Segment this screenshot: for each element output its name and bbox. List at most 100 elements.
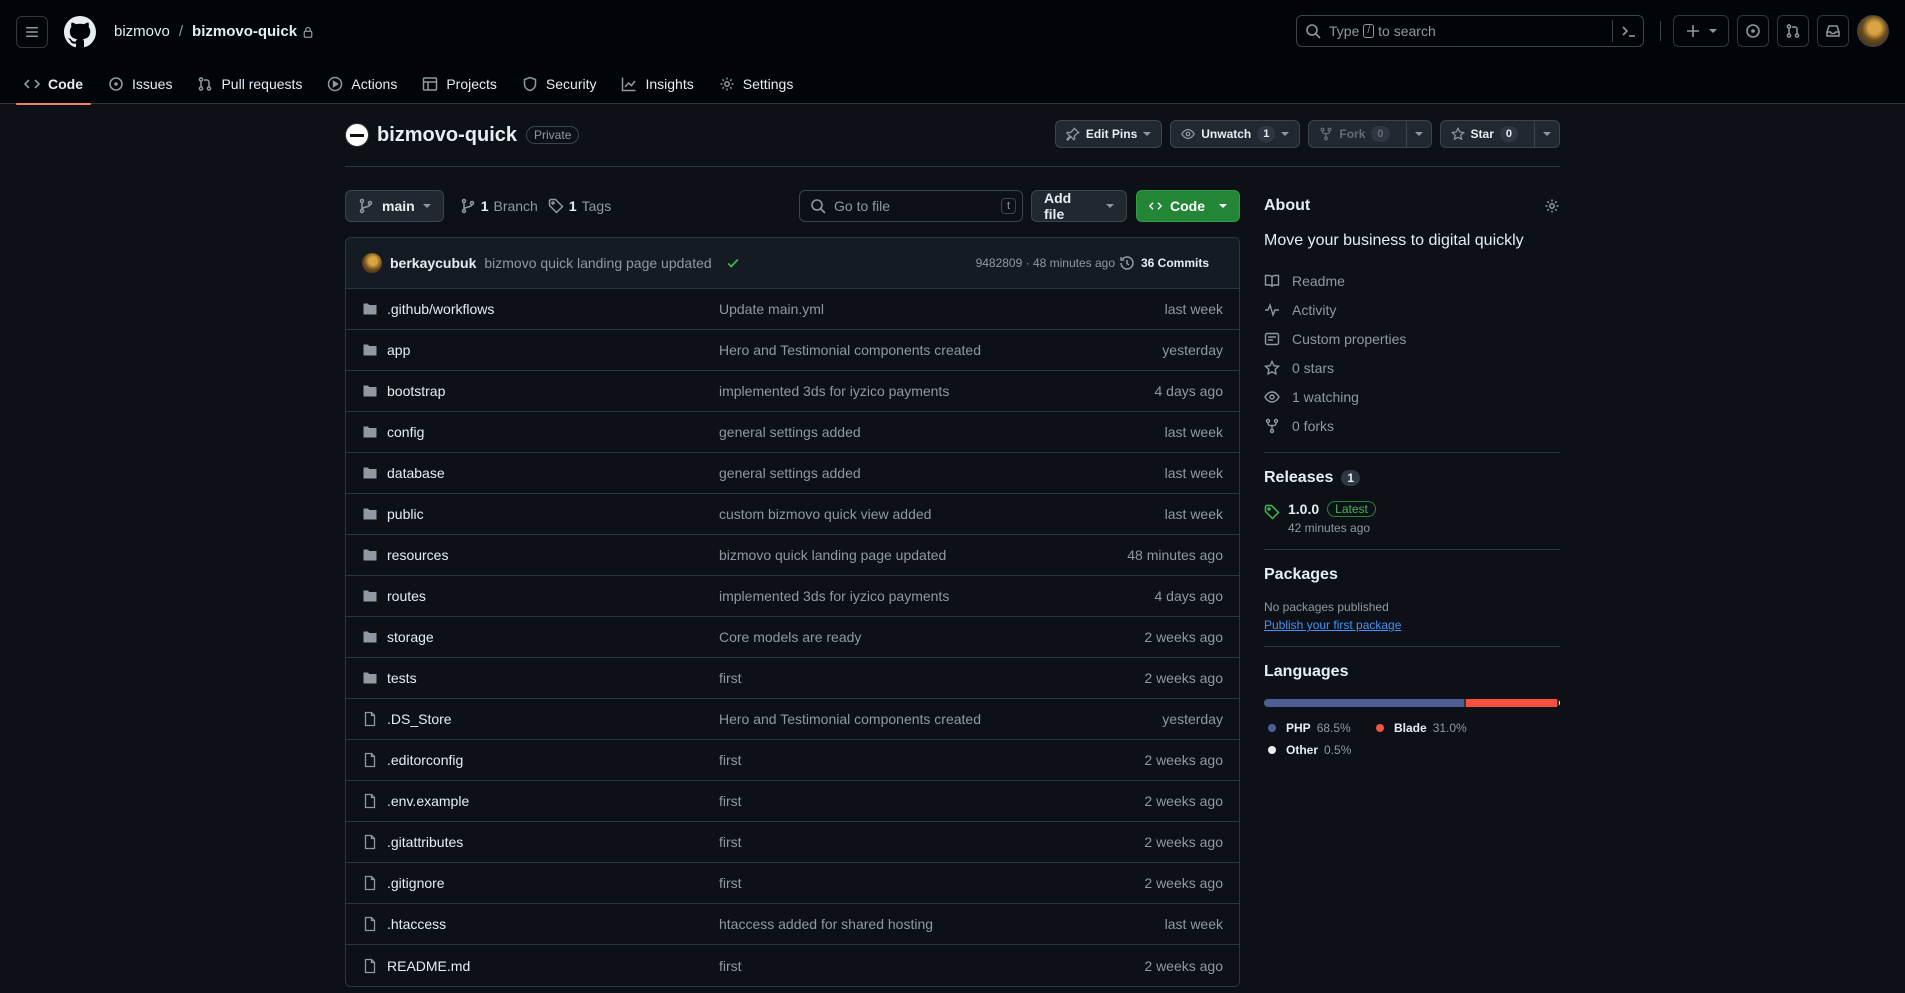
file-commit-message[interactable]: first — [719, 875, 742, 891]
table-row[interactable]: .env.example first 2 weeks ago — [346, 781, 1239, 822]
file-name[interactable]: .htaccess — [387, 916, 446, 932]
tab-projects[interactable]: Projects — [414, 63, 505, 104]
releases-heading[interactable]: Releases 1 — [1264, 469, 1560, 487]
watching-link[interactable]: 1 watching — [1264, 382, 1560, 411]
table-row[interactable]: tests first 2 weeks ago — [346, 658, 1239, 699]
file-commit-message[interactable]: implemented 3ds for iyzico payments — [719, 588, 949, 604]
code-button[interactable]: Code — [1136, 190, 1240, 222]
file-commit-message[interactable]: Core models are ready — [719, 629, 861, 645]
edit-pins-button[interactable]: Edit Pins — [1054, 120, 1163, 148]
table-row[interactable]: app Hero and Testimonial components creat… — [346, 330, 1239, 371]
latest-release[interactable]: 1.0.0 Latest 42 minutes ago — [1264, 501, 1560, 535]
file-name[interactable]: .DS_Store — [387, 711, 452, 727]
publish-package-link[interactable]: Publish your first package — [1264, 618, 1401, 632]
menu-button[interactable] — [16, 15, 48, 48]
table-row[interactable]: .editorconfig first 2 weeks ago — [346, 740, 1239, 781]
pull-requests-button[interactable] — [1777, 15, 1809, 47]
file-name[interactable]: bootstrap — [387, 383, 445, 399]
custom-properties-link[interactable]: Custom properties — [1264, 324, 1560, 353]
packages-heading[interactable]: Packages — [1264, 566, 1560, 584]
file-commit-message[interactable]: implemented 3ds for iyzico payments — [719, 383, 949, 399]
file-name[interactable]: config — [387, 424, 424, 440]
table-row[interactable]: public custom bizmovo quick view added las… — [346, 494, 1239, 535]
tab-security[interactable]: Security — [514, 63, 605, 104]
readme-link[interactable]: Readme — [1264, 266, 1560, 295]
commit-author-avatar[interactable] — [362, 253, 382, 273]
table-row[interactable]: .github/workflows Update main.yml last wee… — [346, 289, 1239, 330]
table-row[interactable]: storage Core models are ready 2 weeks ago — [346, 617, 1239, 658]
file-name[interactable]: .github/workflows — [387, 301, 494, 317]
stars-link[interactable]: 0 stars — [1264, 353, 1560, 382]
table-row[interactable]: .DS_Store Hero and Testimonial components… — [346, 699, 1239, 740]
check-icon[interactable] — [726, 256, 740, 270]
add-file-button[interactable]: Add file — [1031, 190, 1127, 222]
file-commit-message[interactable]: Hero and Testimonial components created — [719, 711, 981, 727]
language-item[interactable]: PHP 68.5% — [1264, 717, 1372, 739]
tab-code[interactable]: Code — [16, 63, 91, 105]
tags-link[interactable]: 1 Tags — [548, 198, 611, 214]
go-to-file-input[interactable]: Go to file t — [799, 190, 1023, 222]
table-row[interactable]: .gitignore first 2 weeks ago — [346, 863, 1239, 904]
file-name[interactable]: database — [387, 465, 445, 481]
file-commit-message[interactable]: htaccess added for shared hosting — [719, 916, 933, 932]
unwatch-button[interactable]: Unwatch 1 — [1170, 120, 1301, 148]
commit-meta[interactable]: 9482809 · 48 minutes ago — [976, 256, 1115, 270]
file-commit-message[interactable]: first — [719, 958, 742, 974]
create-new-button[interactable] — [1673, 15, 1729, 47]
breadcrumb-repo[interactable]: bizmovo-quick — [192, 23, 297, 40]
repo-owner-avatar[interactable] — [345, 123, 369, 147]
star-dropdown[interactable] — [1534, 121, 1559, 147]
table-row[interactable]: .gitattributes first 2 weeks ago — [346, 822, 1239, 863]
branches-link[interactable]: 1 Branch — [460, 198, 538, 214]
file-commit-message[interactable]: Update main.yml — [719, 301, 824, 317]
table-row[interactable]: config general settings added last week — [346, 412, 1239, 453]
commits-link[interactable]: 36 Commits — [1119, 255, 1209, 271]
breadcrumb-owner[interactable]: bizmovo — [114, 23, 170, 40]
file-name[interactable]: tests — [387, 670, 417, 686]
commit-author[interactable]: berkaycubuk — [390, 255, 476, 271]
file-name[interactable]: routes — [387, 588, 426, 604]
gear-icon[interactable] — [1544, 198, 1560, 214]
user-avatar[interactable] — [1857, 15, 1889, 47]
file-commit-message[interactable]: first — [719, 834, 742, 850]
fork-button[interactable]: Fork 0 — [1308, 120, 1432, 148]
tab-issues[interactable]: Issues — [100, 63, 180, 104]
file-commit-message[interactable]: first — [719, 670, 742, 686]
file-name[interactable]: .env.example — [387, 793, 469, 809]
star-button[interactable]: Star 0 — [1439, 120, 1560, 148]
release-name[interactable]: 1.0.0 — [1288, 501, 1319, 517]
file-commit-message[interactable]: custom bizmovo quick view added — [719, 506, 931, 522]
file-name[interactable]: .gitignore — [387, 875, 445, 891]
language-item[interactable]: Blade 31.0% — [1372, 717, 1480, 739]
table-row[interactable]: resources bizmovo quick landing page upda… — [346, 535, 1239, 576]
forks-link[interactable]: 0 forks — [1264, 411, 1560, 440]
file-name[interactable]: .gitattributes — [387, 834, 463, 850]
table-row[interactable]: .htaccess htaccess added for shared hosti… — [346, 904, 1239, 945]
file-commit-message[interactable]: first — [719, 752, 742, 768]
file-name[interactable]: README.md — [387, 958, 470, 974]
file-commit-message[interactable]: general settings added — [719, 465, 861, 481]
file-name[interactable]: .editorconfig — [387, 752, 463, 768]
file-name[interactable]: storage — [387, 629, 434, 645]
tab-pull-requests[interactable]: Pull requests — [189, 63, 310, 104]
table-row[interactable]: README.md first 2 weeks ago — [346, 945, 1239, 986]
table-row[interactable]: bootstrap implemented 3ds for iyzico paym… — [346, 371, 1239, 412]
file-name[interactable]: public — [387, 506, 424, 522]
global-search-input[interactable]: Type / to search — [1296, 15, 1644, 47]
github-logo-icon[interactable] — [64, 15, 96, 48]
command-palette-icon[interactable] — [1612, 20, 1637, 42]
table-row[interactable]: database general settings added last week — [346, 453, 1239, 494]
tab-insights[interactable]: Insights — [613, 63, 701, 104]
table-row[interactable]: routes implemented 3ds for iyzico payment… — [346, 576, 1239, 617]
file-commit-message[interactable]: Hero and Testimonial components created — [719, 342, 981, 358]
file-commit-message[interactable]: first — [719, 793, 742, 809]
file-name[interactable]: app — [387, 342, 410, 358]
inbox-button[interactable] — [1817, 15, 1849, 47]
activity-link[interactable]: Activity — [1264, 295, 1560, 324]
repo-title[interactable]: bizmovo-quick — [377, 124, 517, 147]
file-name[interactable]: resources — [387, 547, 448, 563]
commit-message[interactable]: bizmovo quick landing page updated — [484, 255, 711, 271]
tab-settings[interactable]: Settings — [711, 63, 802, 104]
language-item[interactable]: Other 0.5% — [1264, 739, 1372, 761]
branch-selector[interactable]: main — [345, 190, 444, 222]
